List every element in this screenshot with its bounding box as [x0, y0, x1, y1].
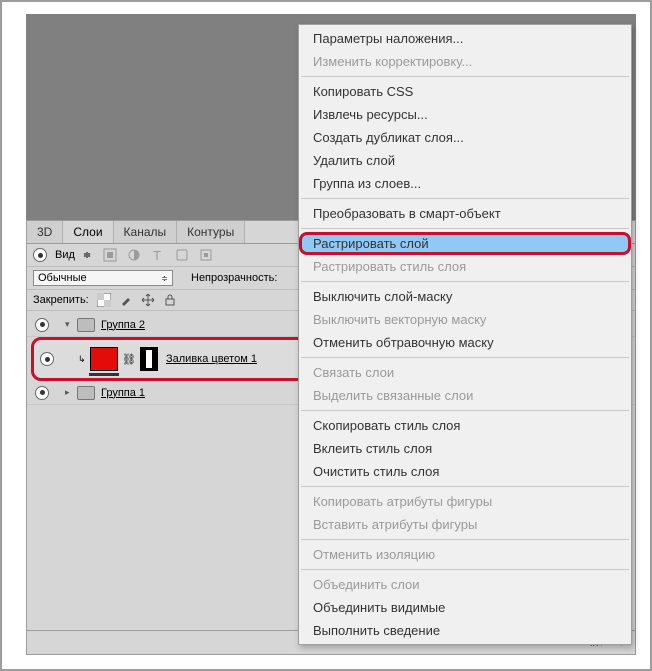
menu-rasterize-style: Растрировать стиль слоя	[299, 255, 631, 278]
menu-paste-shape-attr: Вставить атрибуты фигуры	[299, 513, 631, 536]
expand-arrow-icon[interactable]: ▾	[65, 319, 77, 330]
visibility-toggle-icon[interactable]	[35, 318, 49, 332]
menu-merge-visible[interactable]: Объединить видимые	[299, 596, 631, 619]
filter-text-icon[interactable]: T	[151, 248, 165, 262]
menu-release-clip[interactable]: Отменить обтравочную маску	[299, 331, 631, 354]
filter-adjustment-icon[interactable]	[127, 248, 141, 262]
visibility-toggle-icon[interactable]	[40, 352, 54, 366]
menu-paste-style[interactable]: Вклеить стиль слоя	[299, 437, 631, 460]
menu-rasterize-layer[interactable]: Растрировать слой	[299, 232, 631, 255]
lock-all-icon[interactable]	[163, 293, 177, 307]
filter-kind-icon[interactable]	[33, 248, 47, 262]
lock-paint-icon[interactable]	[119, 293, 133, 307]
menu-extract-assets[interactable]: Извлечь ресурсы...	[299, 103, 631, 126]
menu-copy-css[interactable]: Копировать CSS	[299, 80, 631, 103]
menu-delete-layer[interactable]: Удалить слой	[299, 149, 631, 172]
filter-kind-label: Вид	[55, 249, 75, 261]
menu-blending-options[interactable]: Параметры наложения...	[299, 27, 631, 50]
blend-mode-value: Обычные	[38, 272, 87, 284]
menu-link-layers: Связать слои	[299, 361, 631, 384]
tab-layers[interactable]: Слои	[63, 221, 113, 243]
menu-copy-shape-attr: Копировать атрибуты фигуры	[299, 490, 631, 513]
tab-channels[interactable]: Каналы	[114, 221, 178, 243]
layer-context-menu: Параметры наложения... Изменить корректи…	[298, 24, 632, 645]
layer-label: Группа 2	[101, 319, 145, 331]
menu-edit-adjustment: Изменить корректировку...	[299, 50, 631, 73]
filter-shape-icon[interactable]	[175, 248, 189, 262]
lock-position-icon[interactable]	[141, 293, 155, 307]
menu-merge-layers: Объединить слои	[299, 573, 631, 596]
menu-convert-smart[interactable]: Преобразовать в смарт-объект	[299, 202, 631, 225]
opacity-control[interactable]: Непрозрачность:	[191, 272, 277, 284]
mask-link-icon[interactable]: ⛓	[122, 353, 136, 366]
opacity-label: Непрозрачность:	[191, 272, 277, 284]
caret-icon: ≑	[161, 274, 168, 283]
menu-duplicate-layer[interactable]: Создать дубликат слоя...	[299, 126, 631, 149]
folder-icon	[77, 318, 95, 332]
menu-group-from-layers[interactable]: Группа из слоев...	[299, 172, 631, 195]
menu-disable-mask[interactable]: Выключить слой-маску	[299, 285, 631, 308]
menu-copy-style[interactable]: Скопировать стиль слоя	[299, 414, 631, 437]
layer-mask-thumbnail[interactable]	[140, 347, 158, 371]
filter-icons: T	[103, 248, 213, 262]
folder-icon	[77, 386, 95, 400]
visibility-toggle-icon[interactable]	[35, 386, 49, 400]
svg-text:T: T	[153, 248, 161, 262]
lock-label: Закрепить:	[33, 294, 89, 306]
lock-transparent-icon[interactable]	[97, 293, 111, 307]
tab-3d[interactable]: 3D	[27, 221, 63, 243]
fill-thumbnail[interactable]	[90, 347, 118, 371]
clip-indicator-icon: ↳	[78, 354, 90, 365]
menu-clear-style[interactable]: Очистить стиль слоя	[299, 460, 631, 483]
expand-arrow-icon[interactable]: ▸	[65, 387, 77, 398]
menu-flatten[interactable]: Выполнить сведение	[299, 619, 631, 642]
layer-label: Группа 1	[101, 387, 145, 399]
filter-pixel-icon[interactable]	[103, 248, 117, 262]
menu-release-iso: Отменить изоляцию	[299, 543, 631, 566]
filter-dropdown-caret[interactable]: ≑	[83, 250, 91, 261]
filter-smart-icon[interactable]	[199, 248, 213, 262]
menu-disable-vector-mask: Выключить векторную маску	[299, 308, 631, 331]
blend-mode-dropdown[interactable]: Обычные ≑	[33, 270, 173, 286]
layer-label: Заливка цветом 1	[166, 353, 257, 365]
menu-select-linked: Выделить связанные слои	[299, 384, 631, 407]
tab-paths[interactable]: Контуры	[177, 221, 245, 243]
